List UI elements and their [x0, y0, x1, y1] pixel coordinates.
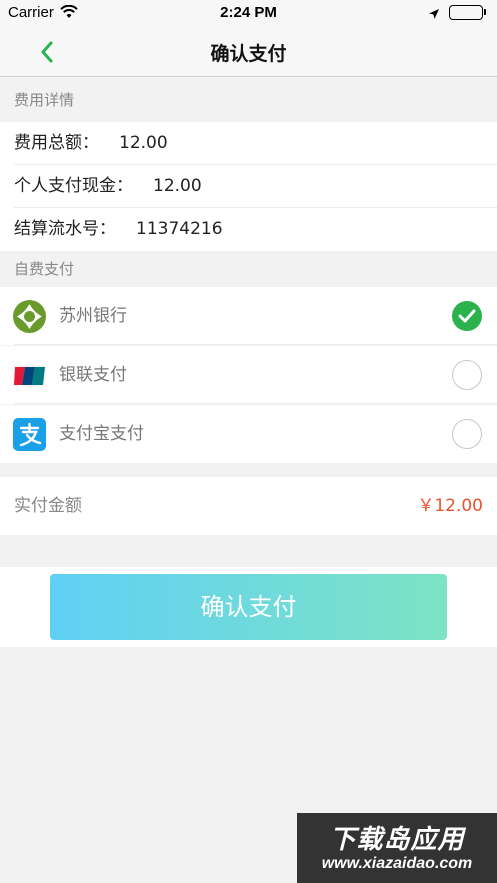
pay-method-label: 银联支付 [59, 365, 127, 385]
actual-amount-label: 实付金额 [14, 496, 82, 516]
status-time: 2:24 PM [220, 4, 277, 21]
checkmark-icon [458, 309, 476, 323]
battery-icon [449, 5, 483, 20]
status-bar: Carrier 2:24 PM [0, 0, 497, 26]
fee-row-cash: 个人支付现金： 12.00 [0, 165, 497, 208]
personal-cash-label: 个人支付现金： [14, 176, 133, 196]
fee-total-value: 12.00 [119, 133, 168, 153]
row-divider [14, 344, 497, 345]
button-area: 确认支付 [0, 567, 497, 647]
pay-method-unionpay[interactable]: 银联支付 [0, 346, 497, 404]
fee-total-label: 费用总额： [14, 133, 99, 153]
personal-cash-value: 12.00 [153, 176, 202, 196]
watermark: 下载岛应用 www.xiazaidao.com [297, 813, 497, 883]
row-divider [14, 403, 497, 404]
fee-section-header: 费用详情 [14, 91, 75, 109]
fee-row-total: 费用总额： 12.00 [0, 122, 497, 165]
actual-amount-value: ￥12.00 [417, 496, 483, 516]
pay-method-label: 苏州银行 [59, 306, 127, 326]
page-title: 确认支付 [210, 43, 287, 65]
radio-unselected[interactable] [452, 360, 482, 390]
navigation-bar: 确认支付 [0, 26, 497, 77]
pay-method-alipay[interactable]: 支付宝支付 [0, 405, 497, 463]
actual-amount-row: 实付金额 ￥12.00 [0, 477, 497, 535]
fee-row-serial: 结算流水号： 11374216 [0, 208, 497, 251]
radio-unselected[interactable] [452, 419, 482, 449]
battery-tip [484, 9, 486, 15]
alipay-icon [13, 418, 46, 451]
self-pay-section-header: 自费支付 [14, 260, 75, 278]
serial-number-value: 11374216 [136, 219, 223, 239]
watermark-url: www.xiazaidao.com [321, 855, 473, 872]
radio-selected[interactable] [452, 301, 482, 331]
suzhou-bank-icon [13, 300, 46, 333]
confirm-pay-button[interactable]: 确认支付 [50, 574, 447, 640]
unionpay-icon [12, 359, 47, 392]
pay-method-suzhou-bank[interactable]: 苏州银行 [0, 287, 497, 345]
serial-number-label: 结算流水号： [14, 219, 116, 239]
watermark-title: 下载岛应用 [329, 825, 465, 855]
pay-method-label: 支付宝支付 [59, 424, 144, 444]
location-arrow-icon [428, 6, 440, 24]
